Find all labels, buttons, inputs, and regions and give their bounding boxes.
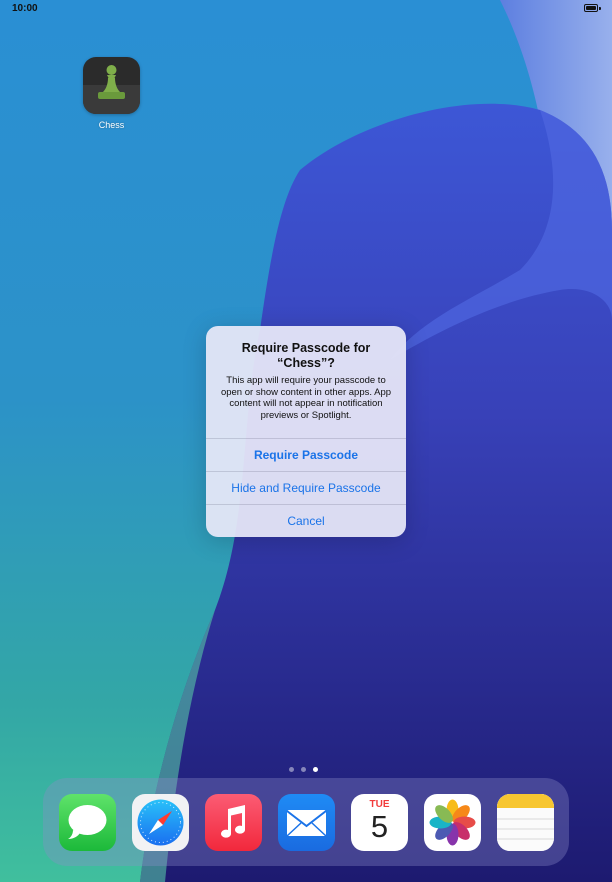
- notes-icon: [497, 794, 554, 851]
- cancel-button[interactable]: Cancel: [206, 504, 406, 537]
- calendar-day: 5: [370, 809, 389, 844]
- page-dot: [301, 767, 306, 772]
- messages-icon: [59, 794, 116, 851]
- alert-title: Require Passcode for “Chess”?: [241, 341, 371, 370]
- app-label-chess: Chess: [98, 120, 125, 130]
- dock-app-calendar[interactable]: TUE 5: [351, 794, 408, 851]
- battery-icon: [584, 4, 601, 12]
- safari-icon: [132, 794, 189, 851]
- status-time: 10:00: [12, 3, 38, 14]
- page-dot: [289, 767, 294, 772]
- dock-app-mail[interactable]: [278, 794, 335, 851]
- dock-app-safari[interactable]: [132, 794, 189, 851]
- calendar-icon: TUE 5: [351, 794, 408, 851]
- dock-app-music[interactable]: [205, 794, 262, 851]
- dock-app-messages[interactable]: [59, 794, 116, 851]
- hide-and-require-passcode-button[interactable]: Hide and Require Passcode: [206, 471, 406, 504]
- mail-icon: [278, 794, 335, 851]
- require-passcode-button[interactable]: Require Passcode: [206, 438, 406, 471]
- page-indicator[interactable]: [289, 759, 325, 772]
- alert-actions: Require Passcode Hide and Require Passco…: [206, 438, 406, 537]
- status-bar: 10:00: [0, 0, 612, 18]
- alert-message: This app will require your passcode to o…: [220, 375, 392, 421]
- dock: TUE 5: [43, 778, 569, 866]
- music-icon: [205, 794, 262, 851]
- home-app-chess[interactable]: Chess: [83, 57, 140, 130]
- photos-icon: [429, 799, 476, 846]
- dock-app-notes[interactable]: [497, 794, 554, 851]
- dock-app-photos[interactable]: [424, 794, 481, 851]
- chess-app-icon: [83, 57, 140, 114]
- page-dot-active: [313, 767, 318, 772]
- require-passcode-alert: Require Passcode for “Chess”? This app w…: [206, 326, 406, 537]
